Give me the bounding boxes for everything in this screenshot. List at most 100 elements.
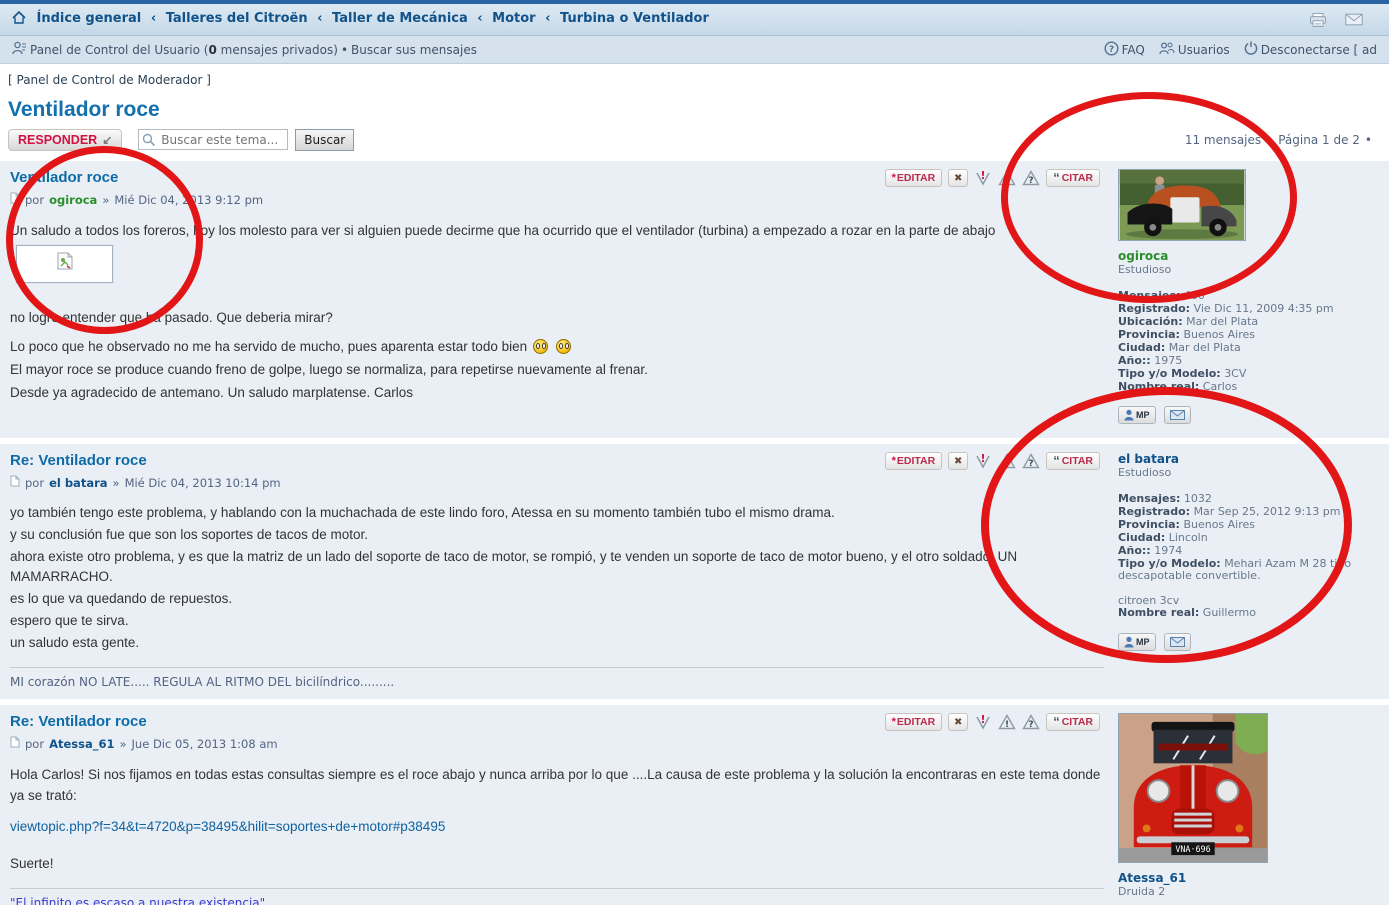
post-line: espero que te sirva. [10, 611, 1104, 631]
post: Re: Ventilador roce *EDITAR ✖ ! ! ? “CIT… [0, 705, 1389, 905]
delete-button[interactable]: ✖ [948, 713, 968, 731]
post-paragraph: Suerte! [10, 853, 1104, 874]
profile-field: Ciudad: Lincoln [1118, 532, 1379, 545]
logout-icon [1244, 41, 1258, 58]
topic-toolbar: RESPONDER ↙ Buscar 11 mensajes•Página 1 … [8, 126, 1381, 153]
edit-button[interactable]: *EDITAR [885, 713, 943, 731]
breadcrumb: Índice general ‹ Talleres del Citroën ‹ … [12, 11, 1309, 28]
post-date: Mié Dic 04, 2013 9:12 pm [114, 193, 263, 207]
breadcrumb-link[interactable]: Taller de Mecánica [332, 11, 468, 26]
profile-field: Tipo y/o Modelo: 3CV [1118, 368, 1379, 381]
pm-button[interactable]: MP [1118, 633, 1156, 651]
svg-text:?: ? [1108, 45, 1113, 55]
signature: MI corazón NO LATE..... REGULA AL RITMO … [10, 667, 1104, 689]
message-count: 11 mensajes [1185, 133, 1261, 147]
post-line: ahora existe otro problema, y es que la … [10, 547, 1104, 587]
reply-arrow-icon: ↙ [102, 133, 112, 147]
report-button[interactable]: ! [974, 453, 992, 470]
profile-rank: Druida 2 [1118, 886, 1379, 899]
quote-button[interactable]: “CITAR [1046, 169, 1100, 187]
users-link[interactable]: Usuarios [1178, 43, 1230, 57]
breadcrumb-link[interactable]: Motor [492, 11, 535, 26]
search-own-posts-link[interactable]: Buscar sus mensajes [351, 43, 477, 57]
topic-search-button[interactable]: Buscar [295, 129, 354, 151]
post-title-link[interactable]: Ventilador roce [10, 169, 118, 186]
page-info: Página 1 de 2 [1278, 133, 1360, 147]
pm-button[interactable]: MP [1118, 406, 1156, 424]
svg-text:?: ? [1029, 720, 1034, 730]
info-button[interactable]: ? [1022, 170, 1040, 187]
user-bar: Panel de Control del Usuario (0 mensajes… [0, 36, 1389, 64]
post-title-link[interactable]: Re: Ventilador roce [10, 713, 147, 730]
edit-button[interactable]: *EDITAR [885, 169, 943, 187]
topic-link[interactable]: viewtopic.php?f=34&t=4720&p=38495&hilit=… [10, 819, 445, 834]
report-button[interactable]: ! [974, 714, 992, 731]
author-link[interactable]: el batara [49, 476, 107, 490]
warn-button[interactable]: ! [998, 453, 1016, 470]
avatar[interactable]: VNA·696 [1118, 713, 1268, 863]
svg-text:!: ! [981, 714, 986, 726]
post-paragraph: Desde ya agradecido de antemano. Un salu… [10, 382, 1104, 403]
poster-profile: VNA·696 Atessa_61 Druida 2 Mensajes: 377… [1118, 713, 1379, 905]
edit-button[interactable]: *EDITAR [885, 452, 943, 470]
post-icon[interactable] [10, 475, 20, 490]
email-topic-icon[interactable] [1345, 11, 1363, 28]
breadcrumb-separator: ‹ [545, 11, 550, 26]
svg-text:!: ! [1005, 459, 1009, 469]
attachment-thumbnail[interactable] [16, 245, 113, 283]
profile-field: Nombre real: Guillermo [1118, 607, 1379, 620]
svg-text:!: ! [981, 170, 986, 182]
post-title-link[interactable]: Re: Ventilador roce [10, 452, 147, 469]
breadcrumb-link[interactable]: Talleres del Citroën [166, 11, 308, 26]
profile-username[interactable]: ogiroca [1118, 249, 1168, 263]
profile-rank: Estudioso [1118, 264, 1379, 277]
profile-field: Provincia: Buenos Aires [1118, 519, 1379, 532]
info-button[interactable]: ? [1022, 453, 1040, 470]
edit-star-icon: * [892, 716, 896, 728]
profile-field: Mensajes: 480 [1118, 290, 1379, 303]
profile-field: Nombre real: Carlos [1118, 381, 1379, 394]
profile-field: Año:: 1974 [1118, 545, 1379, 558]
breadcrumb-link[interactable]: Turbina o Ventilador [560, 11, 709, 26]
logout-link[interactable]: Desconectarse [ ad [1261, 43, 1377, 57]
topic-search-input[interactable] [138, 129, 288, 150]
delete-button[interactable]: ✖ [948, 169, 968, 187]
quote-button[interactable]: “CITAR [1046, 713, 1100, 731]
quote-button[interactable]: “CITAR [1046, 452, 1100, 470]
eek-smiley-icon [533, 339, 548, 354]
faq-link[interactable]: FAQ [1122, 43, 1145, 57]
envelope-icon [1170, 637, 1185, 647]
profile-username[interactable]: Atessa_61 [1118, 871, 1186, 885]
print-icon[interactable] [1309, 11, 1327, 28]
ucp-link[interactable]: Panel de Control del Usuario (0 mensajes… [30, 43, 338, 57]
author-link[interactable]: Atessa_61 [49, 737, 114, 751]
warn-button[interactable]: ! [998, 714, 1016, 731]
svg-text:!: ! [1005, 720, 1009, 730]
profile-field: Provincia: Buenos Aires [1118, 329, 1379, 342]
user-icon [12, 41, 27, 58]
post-icon[interactable] [10, 192, 20, 207]
page-title: Ventilador roce [8, 98, 1389, 122]
search-icon [142, 133, 156, 147]
poster-profile: el batara Estudioso Mensajes: 1032 Regis… [1118, 452, 1379, 689]
pagination: 11 mensajes•Página 1 de 2• [1185, 133, 1381, 147]
warn-button[interactable]: ! [998, 170, 1016, 187]
info-button[interactable]: ? [1022, 714, 1040, 731]
author-link[interactable]: ogiroca [49, 193, 97, 207]
moderator-cp-link[interactable]: [ Panel de Control de Moderador ] [0, 64, 1389, 91]
email-user-button[interactable] [1164, 406, 1191, 424]
profile-field: Mensajes: 1032 [1118, 493, 1379, 506]
delete-button[interactable]: ✖ [948, 452, 968, 470]
svg-text:!: ! [1005, 176, 1009, 186]
post-paragraph: no logro entender que ha pasado. Que deb… [10, 307, 1104, 328]
reply-button[interactable]: RESPONDER ↙ [8, 129, 122, 151]
breadcrumb-link[interactable]: Índice general [37, 11, 142, 26]
breadcrumb-separator: ‹ [477, 11, 482, 26]
post-icon[interactable] [10, 736, 20, 751]
avatar[interactable] [1118, 169, 1246, 241]
profile-username[interactable]: el batara [1118, 452, 1179, 466]
email-user-button[interactable] [1164, 633, 1191, 651]
report-button[interactable]: ! [974, 170, 992, 187]
edit-star-icon: * [892, 455, 896, 467]
eek-smiley-icon [556, 339, 571, 354]
